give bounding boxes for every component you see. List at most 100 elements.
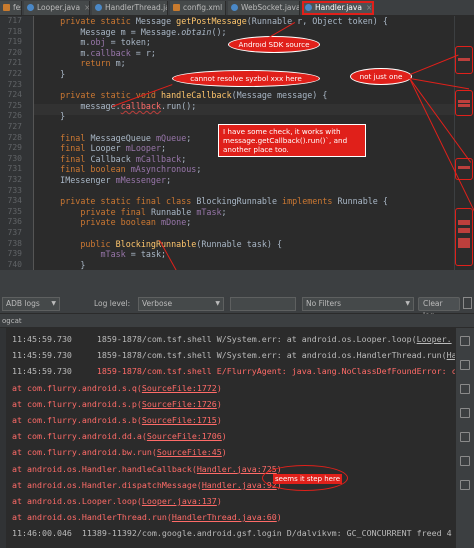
chevron-down-icon: ▼ <box>51 300 56 307</box>
logcat-output[interactable]: 11:45:59.730 1859-1878/com.tsf.shell W/S… <box>0 328 474 548</box>
tab-label: Looper.java <box>37 3 81 12</box>
line-number: 731 <box>7 164 22 174</box>
line-number: 721 <box>7 58 22 68</box>
tab-4[interactable]: WebSocket.java× <box>228 1 300 15</box>
code-line[interactable]: IMessenger mMessenger; <box>40 175 171 186</box>
print-icon[interactable] <box>460 408 470 418</box>
logcat-toolbar: ADB logs ▼ Log level: Verbose ▼ No Filters… <box>0 294 474 320</box>
code-line[interactable]: private final Runnable mTask; <box>40 207 226 218</box>
chevron-down-icon: ▼ <box>405 300 410 307</box>
screenshot-icon[interactable] <box>460 456 470 466</box>
source-link[interactable]: SourceFile:1706 <box>147 431 222 441</box>
log-row[interactable]: at com.flurry.android.dd.a(SourceFile:17… <box>2 429 462 443</box>
code-line[interactable]: private static void handleCallback(Messa… <box>40 90 327 101</box>
log-message: at com.flurry.android.s.b( <box>2 415 142 425</box>
code-line[interactable]: m.obj = token; <box>40 37 151 48</box>
line-number-gutter: 717 718 719 720 721 722 723 724 725 726 727 728 729 7… <box>0 16 34 270</box>
annotation-ring <box>455 46 473 74</box>
xml-file-icon <box>173 4 180 11</box>
code-line[interactable]: final MessageQueue mQueue; <box>40 133 191 144</box>
code-line[interactable]: return m; <box>40 58 125 69</box>
source-link[interactable]: HandlerThread.java:60 <box>172 512 277 522</box>
line-number: 725 <box>7 100 22 110</box>
tab-label: HandlerThread.java <box>105 3 167 12</box>
code-line[interactable]: private static Message getPostMessage(Ru… <box>40 16 388 27</box>
log-row[interactable]: at android.os.HandlerThread.run(HandlerT… <box>2 510 462 524</box>
tab-5[interactable]: Handler.java × <box>302 1 374 15</box>
search-input[interactable] <box>230 297 296 311</box>
filter-value: No Filters <box>306 299 342 308</box>
source-link[interactable]: Looper.java:137 <box>142 496 217 506</box>
log-level-value: Verbose <box>142 299 173 308</box>
code-line[interactable]: final Callback mCallback; <box>40 154 186 165</box>
annotation-not-just-one: not just one <box>350 68 412 85</box>
scroll-up-icon[interactable] <box>460 336 470 346</box>
clear-icon[interactable] <box>460 432 470 442</box>
log-row[interactable]: at com.flurry.android.s.q(SourceFile:177… <box>2 381 462 395</box>
close-icon[interactable]: × <box>84 3 89 12</box>
clear-log-button[interactable]: Clear log <box>418 297 460 320</box>
tab-3[interactable]: config.xml× <box>170 1 226 15</box>
log-row[interactable]: at android.os.Handler.dispatchMessage(Ha… <box>2 478 462 492</box>
line-number: 737 <box>7 228 22 237</box>
code-line[interactable]: } <box>40 69 65 80</box>
annotation-cannot-resolve: cannot resolve syzbol xxx here <box>172 70 320 87</box>
log-row[interactable]: at android.os.Handler.handleCallback(Han… <box>2 462 462 476</box>
source-link[interactable]: SourceFile:1772 <box>142 383 217 393</box>
log-message: 11389-11392/com.google.android.gsf.login… <box>71 528 452 539</box>
settings-icon[interactable] <box>463 297 472 309</box>
log-row[interactable]: at com.flurry.android.bw.run(SourceFile:… <box>2 445 462 459</box>
code-line[interactable]: mTask = task; <box>40 249 167 260</box>
code-line[interactable]: private static final class BlockingRunna… <box>40 196 388 207</box>
soft-wrap-icon[interactable] <box>460 384 470 394</box>
line-number: 740 <box>7 259 22 269</box>
log-row[interactable]: at android.os.Looper.loop(Looper.java:13… <box>2 494 462 508</box>
close-icon[interactable]: × <box>366 3 372 12</box>
log-row[interactable]: at com.flurry.android.s.b(SourceFile:171… <box>2 413 462 427</box>
code-line[interactable]: } <box>40 260 85 270</box>
source-link[interactable]: SourceFile:1715 <box>142 415 217 425</box>
line-number: 732 <box>7 175 22 184</box>
source-link[interactable]: SourceFile:45 <box>157 447 222 457</box>
log-row[interactable]: 11:46:00.046 11389-11392/com.google.andr… <box>2 526 462 540</box>
log-message: at com.flurry.android.s.p( <box>2 398 142 409</box>
source-link[interactable]: Looper. <box>417 334 452 344</box>
code-line[interactable]: Message m = Message.obtain(); <box>40 27 226 38</box>
line-number: 730 <box>7 153 22 163</box>
log-message-tail: ) <box>276 512 282 523</box>
log-level-select[interactable]: Verbose ▼ <box>138 297 224 311</box>
class-icon <box>27 4 34 11</box>
line-number: 727 <box>7 122 22 131</box>
panel-splitter[interactable] <box>0 270 474 294</box>
source-link[interactable]: SourceFile:1726 <box>142 399 217 409</box>
code-line[interactable]: m.callback = r; <box>40 48 156 59</box>
scroll-down-icon[interactable] <box>460 360 470 370</box>
log-row[interactable]: at com.flurry.android.s.p(SourceFile:172… <box>2 397 462 411</box>
tab-1[interactable]: Looper.java × <box>24 1 90 15</box>
log-message: at android.os.Looper.loop( <box>2 496 142 506</box>
log-message-tail: ) <box>216 415 222 425</box>
restart-icon[interactable] <box>460 480 470 490</box>
log-row[interactable]: 11:45:59.730 1859-1878/com.tsf.shell W/S… <box>2 332 462 346</box>
log-row[interactable]: 11:45:59.730 1859-1878/com.tsf.shell W/S… <box>2 348 462 362</box>
annotation-ring <box>455 90 473 116</box>
log-message: at com.flurry.android.bw.run( <box>2 447 157 458</box>
log-level-label: Log level: <box>94 299 131 308</box>
log-message-tail: ) <box>221 447 227 458</box>
logcat-side-toolbar <box>455 328 474 548</box>
code-line[interactable]: } <box>40 111 65 122</box>
line-number: 735 <box>7 206 22 216</box>
log-message: at android.os.Handler.handleCallback( <box>2 463 197 474</box>
tab-0[interactable]: fest.xml <box>0 1 22 15</box>
code-line[interactable]: final boolean mAsynchronous; <box>40 164 201 175</box>
log-message-tail: ) <box>216 496 222 506</box>
class-icon <box>95 4 102 11</box>
device-combo[interactable]: ADB logs ▼ <box>2 297 60 311</box>
tab-2[interactable]: HandlerThread.java× <box>92 1 168 15</box>
code-line[interactable]: private boolean mDone; <box>40 217 191 228</box>
log-timestamp: 11:45:59.730 <box>2 334 72 344</box>
log-row[interactable]: 11:45:59.730 1859-1878/com.tsf.shell E/F… <box>2 364 462 378</box>
filter-select[interactable]: No Filters ▼ <box>302 297 414 311</box>
code-line[interactable]: final Looper mLooper; <box>40 143 166 154</box>
line-number: 736 <box>7 217 22 227</box>
